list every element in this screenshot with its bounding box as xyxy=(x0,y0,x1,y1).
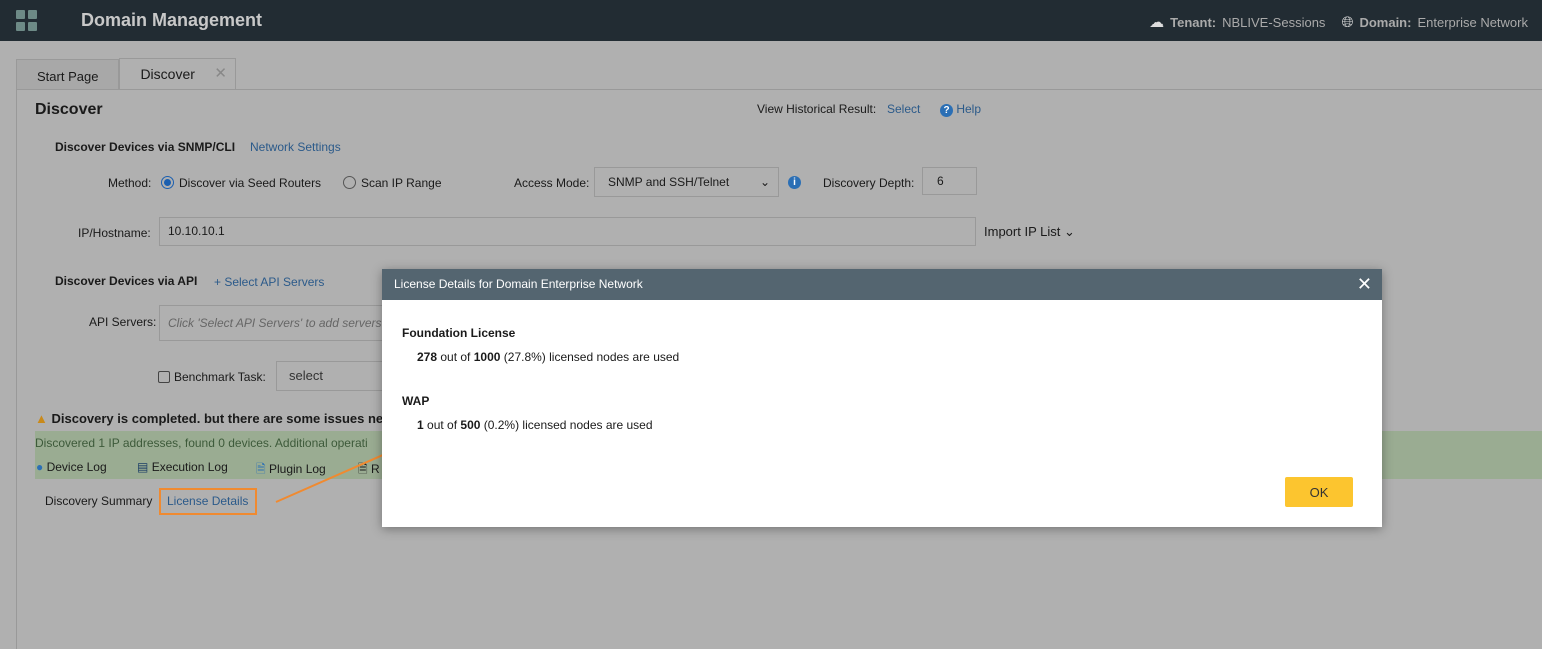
access-mode-label: Access Mode: xyxy=(514,176,590,190)
tab-label: Discover xyxy=(140,66,195,82)
text: out of xyxy=(423,418,461,432)
cloud-icon: ☁ xyxy=(1149,14,1165,31)
text: (0.2%) licensed nodes are used xyxy=(480,418,653,432)
access-mode-value: SNMP and SSH/Telnet xyxy=(608,175,730,189)
plugin-log-link[interactable]: 🗎︎ Plugin Log xyxy=(256,460,326,481)
total-count: 500 xyxy=(460,418,481,432)
network-settings-link[interactable]: Network Settings xyxy=(250,140,341,154)
wap-license-title: WAP xyxy=(402,394,430,408)
import-label: Import IP List xyxy=(984,224,1061,239)
import-ip-list-button[interactable]: Import IP List ⌄ xyxy=(984,224,1075,240)
chevron-down-icon: ⌄ xyxy=(759,175,770,189)
chevron-down-icon: ⌄ xyxy=(1063,224,1075,239)
benchmark-label: Benchmark Task: xyxy=(174,370,266,384)
foundation-license-title: Foundation License xyxy=(402,326,516,340)
dialog-header: License Details for Domain Enterprise Ne… xyxy=(382,269,1382,300)
snmp-section-title: Discover Devices via SNMP/CLI xyxy=(55,140,236,154)
radio-unchecked[interactable] xyxy=(343,176,356,189)
access-mode-select[interactable]: SNMP and SSH/Telnet ⌄ xyxy=(594,167,779,197)
discovery-depth-input[interactable]: 6 xyxy=(922,167,977,195)
ok-button[interactable]: OK xyxy=(1285,477,1353,507)
log-label: R xyxy=(371,462,380,476)
method-label: Method: xyxy=(108,176,152,190)
page-title: Discover xyxy=(35,101,103,118)
discovery-summary-text: Discovered 1 IP addresses, found 0 devic… xyxy=(35,436,368,450)
discovery-summary-label: Discovery Summary xyxy=(45,494,153,508)
benchmark-select[interactable]: select xyxy=(276,361,396,391)
globe-icon: 🌐︎ xyxy=(1341,13,1354,31)
radio-seed-routers[interactable]: Discover via Seed Routers xyxy=(161,176,321,190)
api-servers-label: API Servers: xyxy=(89,315,157,329)
radio-label: Scan IP Range xyxy=(361,176,442,190)
plugin-log-icon: 🗎︎ xyxy=(256,462,266,476)
ip-hostname-label: IP/Hostname: xyxy=(78,226,151,240)
tenant-label: Tenant: xyxy=(1170,14,1217,30)
ip-hostname-input[interactable]: 10.10.10.1 xyxy=(159,217,976,246)
warning-text: Discovery is completed. but there are so… xyxy=(51,411,399,426)
dialog-title: License Details for Domain Enterprise Ne… xyxy=(394,277,643,291)
tenant-value[interactable]: NBLIVE-Sessions xyxy=(1222,15,1325,30)
app-title: Domain Management xyxy=(81,10,263,30)
text: (27.8%) licensed nodes are used xyxy=(500,350,680,364)
radio-label: Discover via Seed Routers xyxy=(179,176,322,190)
api-section-title: Discover Devices via API xyxy=(55,274,198,288)
select-api-servers-link[interactable]: + Select API Servers xyxy=(214,275,324,289)
report-log-link[interactable]: 🗎︎ R xyxy=(358,460,380,481)
total-count: 1000 xyxy=(473,350,501,364)
log-label: Device Log xyxy=(46,460,107,474)
warning-icon: ▲ xyxy=(35,411,48,426)
view-historical-label: View Historical Result: xyxy=(757,102,877,116)
wap-license-usage: 1 out of 500 (0.2%) licensed nodes are u… xyxy=(417,418,653,432)
log-label: Plugin Log xyxy=(269,462,326,476)
execution-log-icon: ▤ xyxy=(137,460,149,474)
device-log-link[interactable]: ● Device Log xyxy=(36,460,107,474)
tab-start-page[interactable]: Start Page xyxy=(16,59,120,90)
log-label: Execution Log xyxy=(151,460,228,474)
device-log-icon: ● xyxy=(36,460,44,474)
checkbox[interactable] xyxy=(158,371,170,383)
close-icon[interactable]: ✕ xyxy=(1357,269,1372,300)
license-details-dialog: License Details for Domain Enterprise Ne… xyxy=(382,269,1382,527)
report-icon: 🗎︎ xyxy=(358,462,368,476)
radio-scan-ip-range[interactable]: Scan IP Range xyxy=(343,176,442,190)
used-count: 1 xyxy=(417,418,424,432)
tab-discover[interactable]: Discover ✕ xyxy=(119,58,236,90)
discovery-depth-label: Discovery Depth: xyxy=(823,176,915,190)
domain-label: Domain: xyxy=(1359,14,1412,30)
top-header: Domain Management ☁ Tenant: NBLIVE-Sessi… xyxy=(0,0,1542,41)
foundation-license-usage: 278 out of 1000 (27.8%) licensed nodes a… xyxy=(417,350,679,364)
api-servers-input[interactable]: Click 'Select API Servers' to add server… xyxy=(159,305,399,341)
radio-checked[interactable] xyxy=(161,176,174,189)
warning-message: ▲ Discovery is completed. but there are … xyxy=(35,411,398,426)
license-details-link[interactable]: License Details xyxy=(159,488,258,515)
info-icon[interactable]: i xyxy=(788,176,801,189)
used-count: 278 xyxy=(417,350,438,364)
help-label: Help xyxy=(956,102,982,116)
benchmark-checkbox[interactable]: Benchmark Task: xyxy=(158,370,266,384)
app-grid-icon[interactable] xyxy=(16,10,37,31)
help-icon: ? xyxy=(940,104,953,117)
close-tab-icon[interactable]: ✕ xyxy=(214,59,227,89)
help-link[interactable]: ? Help xyxy=(940,102,981,117)
text: out of xyxy=(437,350,474,364)
domain-value[interactable]: Enterprise Network xyxy=(1417,15,1528,30)
execution-log-link[interactable]: ▤ Execution Log xyxy=(137,460,228,474)
historical-select-link[interactable]: Select xyxy=(887,102,920,116)
